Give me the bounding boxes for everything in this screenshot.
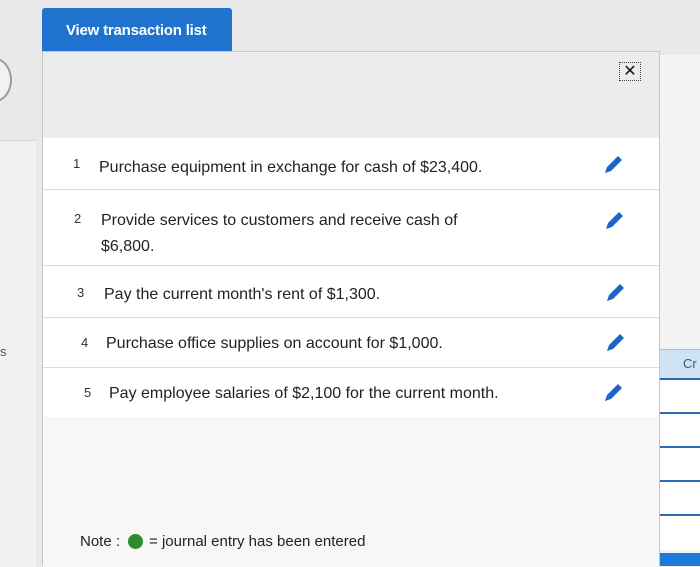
background-table-row[interactable] (653, 412, 700, 448)
edit-pencil-icon[interactable] (603, 210, 625, 232)
edit-pencil-icon[interactable] (602, 382, 624, 404)
transaction-list-panel: ✕ 1 Purchase equipment in exchange for c… (42, 51, 660, 567)
edit-pencil-icon[interactable] (604, 282, 626, 304)
transaction-text: Purchase office supplies on account for … (106, 335, 443, 352)
transaction-text: Purchase equipment in exchange for cash … (99, 159, 483, 176)
transaction-text: Provide services to customers and receiv… (101, 212, 458, 255)
transaction-list: 1 Purchase equipment in exchange for cas… (43, 138, 659, 418)
view-transaction-list-tab[interactable]: View transaction list (42, 8, 232, 51)
note-label: Note : (80, 533, 121, 550)
transaction-number: 3 (77, 285, 85, 300)
background-left-label: s (0, 344, 7, 359)
edit-pencil-icon[interactable] (604, 332, 626, 354)
transaction-row[interactable]: 1 Purchase equipment in exchange for cas… (43, 138, 659, 190)
transaction-number: 5 (84, 385, 92, 400)
close-icon[interactable]: ✕ (619, 62, 641, 81)
transaction-row[interactable]: 3 Pay the current month's rent of $1,300… (43, 266, 659, 318)
note-legend-text: = journal entry has been entered (149, 533, 366, 550)
transaction-row[interactable]: 4 Purchase office supplies on account fo… (43, 318, 659, 368)
transaction-number: 2 (74, 211, 82, 226)
transaction-number: 1 (73, 156, 81, 171)
background-control (0, 58, 12, 102)
transaction-row[interactable]: 2 Provide services to customers and rece… (43, 190, 659, 266)
panel-header: ✕ (43, 52, 659, 138)
background-table-row[interactable] (653, 378, 700, 414)
legend-note: Note : = journal entry has been entered (80, 533, 365, 550)
entered-status-dot-icon (128, 534, 144, 549)
background-credit-header: Cr (683, 356, 697, 371)
edit-pencil-icon[interactable] (602, 154, 624, 176)
background-table-row[interactable] (653, 514, 700, 550)
transaction-row[interactable]: 5 Pay employee salaries of $2,100 for th… (43, 368, 659, 418)
background-table-header: Cr (653, 349, 700, 379)
background-table-row[interactable] (653, 480, 700, 516)
transaction-text: Pay the current month's rent of $1,300. (104, 286, 381, 303)
background-button[interactable] (653, 553, 700, 566)
background-table-row[interactable] (653, 446, 700, 482)
transaction-text: Pay employee salaries of $2,100 for the … (109, 385, 499, 402)
transaction-number: 4 (81, 335, 89, 350)
